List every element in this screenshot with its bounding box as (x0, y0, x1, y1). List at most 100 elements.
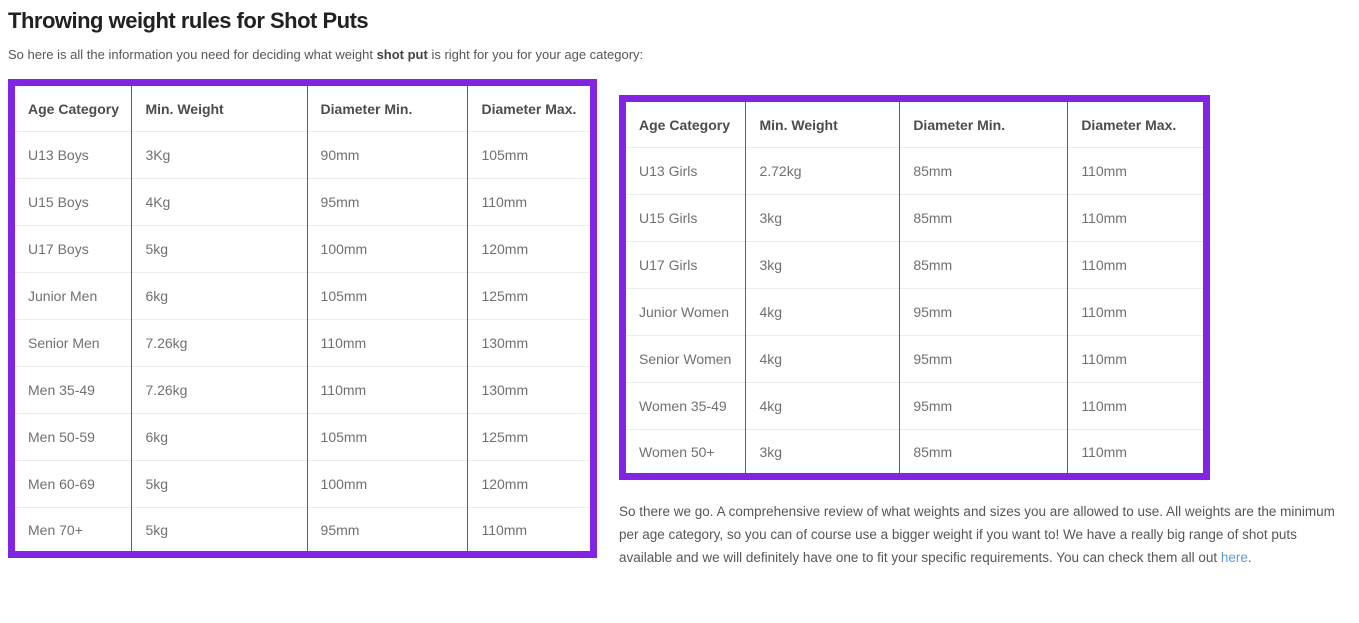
table-cell: 4kg (746, 289, 900, 336)
here-link[interactable]: here (1221, 550, 1248, 565)
table-cell: 110mm (1068, 336, 1207, 383)
column-header: Diameter Max. (1068, 99, 1207, 148)
article-content: Throwing weight rules for Shot Puts So h… (0, 0, 1359, 569)
table-cell: 95mm (900, 336, 1068, 383)
girls-women-table: Age CategoryMin. WeightDiameter Min.Diam… (619, 95, 1210, 480)
table-cell: 120mm (468, 226, 594, 273)
table-row: Women 35-494kg95mm110mm (623, 383, 1207, 430)
table-cell: 5kg (132, 508, 307, 555)
table-cell: Men 35-49 (12, 367, 132, 414)
table-cell: 85mm (900, 148, 1068, 195)
column-header: Age Category (623, 99, 746, 148)
table-cell: 7.26kg (132, 367, 307, 414)
table-row: Men 35-497.26kg110mm130mm (12, 367, 594, 414)
table-cell: 3kg (746, 242, 900, 289)
table-cell: 4kg (746, 383, 900, 430)
table-cell: 110mm (307, 367, 468, 414)
intro-text-after: is right for you for your age category: (428, 47, 643, 62)
table-cell: 3Kg (132, 132, 307, 179)
table-cell: Junior Men (12, 273, 132, 320)
table-row: U15 Boys4Kg95mm110mm (12, 179, 594, 226)
table-cell: 6kg (132, 414, 307, 461)
table-cell: 125mm (468, 414, 594, 461)
table-cell: 110mm (468, 508, 594, 555)
table-cell: 110mm (1068, 148, 1207, 195)
table-cell: 105mm (468, 132, 594, 179)
left-column: Age CategoryMin. WeightDiameter Min.Diam… (8, 79, 597, 558)
table-cell: 110mm (1068, 289, 1207, 336)
outro-text-after: . (1248, 550, 1252, 565)
table-cell: U17 Girls (623, 242, 746, 289)
table-cell: 95mm (900, 383, 1068, 430)
table-cell: 105mm (307, 273, 468, 320)
table-row: U17 Girls3kg85mm110mm (623, 242, 1207, 289)
column-header: Diameter Max. (468, 83, 594, 132)
table-cell: U17 Boys (12, 226, 132, 273)
table-row: Women 50+3kg85mm110mm (623, 430, 1207, 477)
header-row: Age CategoryMin. WeightDiameter Min.Diam… (623, 99, 1207, 148)
table-cell: 5kg (132, 461, 307, 508)
table-row: Men 70+5kg95mm110mm (12, 508, 594, 555)
table-row: Junior Men6kg105mm125mm (12, 273, 594, 320)
column-header: Min. Weight (132, 83, 307, 132)
intro-paragraph: So here is all the information you need … (8, 47, 1351, 62)
intro-text-before: So here is all the information you need … (8, 47, 377, 62)
table-cell: 85mm (900, 242, 1068, 289)
table-cell: 110mm (468, 179, 594, 226)
table-cell: 7.26kg (132, 320, 307, 367)
table-row: Senior Men7.26kg110mm130mm (12, 320, 594, 367)
column-header: Age Category (12, 83, 132, 132)
tables-container: Age CategoryMin. WeightDiameter Min.Diam… (8, 79, 1351, 569)
table-cell: 95mm (307, 179, 468, 226)
table-cell: U15 Boys (12, 179, 132, 226)
table-cell: U13 Boys (12, 132, 132, 179)
table-cell: Women 50+ (623, 430, 746, 477)
header-row: Age CategoryMin. WeightDiameter Min.Diam… (12, 83, 594, 132)
table-cell: 105mm (307, 414, 468, 461)
table-row: U13 Girls2.72kg85mm110mm (623, 148, 1207, 195)
table-cell: U15 Girls (623, 195, 746, 242)
table-cell: 95mm (900, 289, 1068, 336)
table-row: Men 60-695kg100mm120mm (12, 461, 594, 508)
table-cell: Men 70+ (12, 508, 132, 555)
table-cell: 90mm (307, 132, 468, 179)
table-cell: 85mm (900, 195, 1068, 242)
table-cell: 6kg (132, 273, 307, 320)
column-header: Min. Weight (746, 99, 900, 148)
right-column: Age CategoryMin. WeightDiameter Min.Diam… (619, 79, 1335, 569)
intro-bold-text: shot put (377, 47, 428, 62)
column-header: Diameter Min. (307, 83, 468, 132)
table-cell: 130mm (468, 320, 594, 367)
table-row: Senior Women4kg95mm110mm (623, 336, 1207, 383)
table-cell: Junior Women (623, 289, 746, 336)
table-cell: 2.72kg (746, 148, 900, 195)
table-cell: 4kg (746, 336, 900, 383)
table-cell: 4Kg (132, 179, 307, 226)
outro-paragraph: So there we go. A comprehensive review o… (619, 500, 1335, 569)
column-header: Diameter Min. (900, 99, 1068, 148)
table-cell: 100mm (307, 226, 468, 273)
table-cell: 110mm (1068, 242, 1207, 289)
table-cell: 125mm (468, 273, 594, 320)
table-cell: 110mm (1068, 195, 1207, 242)
table-cell: Men 50-59 (12, 414, 132, 461)
table-row: U15 Girls3kg85mm110mm (623, 195, 1207, 242)
table-cell: 95mm (307, 508, 468, 555)
table-row: U17 Boys5kg100mm120mm (12, 226, 594, 273)
table-cell: 3kg (746, 195, 900, 242)
page-title: Throwing weight rules for Shot Puts (8, 8, 1351, 34)
table-cell: Women 35-49 (623, 383, 746, 430)
boys-men-table: Age CategoryMin. WeightDiameter Min.Diam… (8, 79, 597, 558)
table-cell: Senior Women (623, 336, 746, 383)
table-row: U13 Boys3Kg90mm105mm (12, 132, 594, 179)
table-row: Junior Women4kg95mm110mm (623, 289, 1207, 336)
table-cell: 85mm (900, 430, 1068, 477)
table-cell: 3kg (746, 430, 900, 477)
table-cell: 120mm (468, 461, 594, 508)
table-cell: Senior Men (12, 320, 132, 367)
table-cell: 110mm (1068, 430, 1207, 477)
table-cell: U13 Girls (623, 148, 746, 195)
table-cell: 130mm (468, 367, 594, 414)
table-cell: 110mm (307, 320, 468, 367)
table-row: Men 50-596kg105mm125mm (12, 414, 594, 461)
